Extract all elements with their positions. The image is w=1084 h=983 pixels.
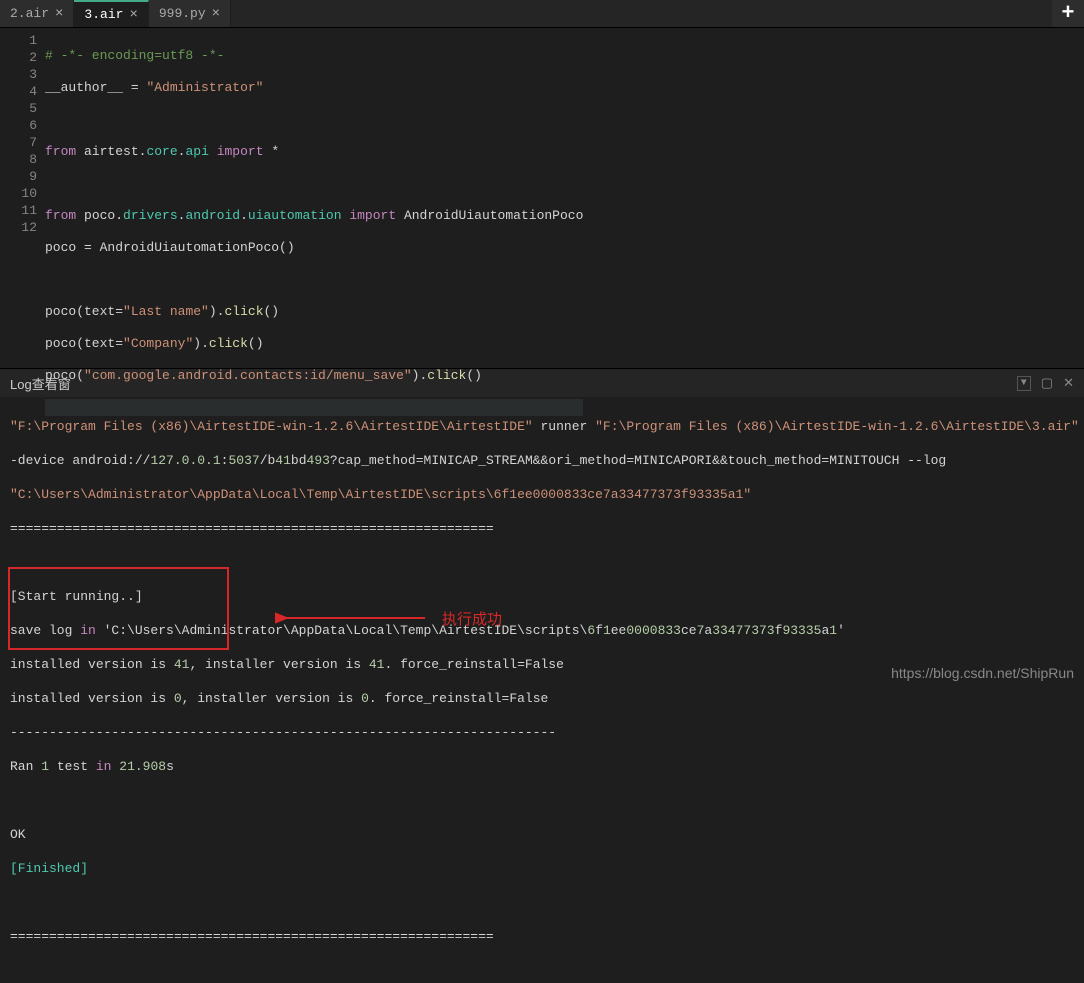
code-line: # -*- encoding=utf8 -*-	[45, 48, 224, 63]
log-panel-title: Log查看窗	[10, 374, 71, 393]
line-number-gutter: 123456 789101112	[0, 28, 45, 368]
watermark: https://blog.csdn.net/ShipRun	[891, 665, 1074, 681]
close-icon[interactable]: ×	[212, 7, 220, 21]
close-icon[interactable]: ×	[129, 8, 137, 22]
log-output[interactable]: "F:\Program Files (x86)\AirtestIDE-win-1…	[0, 397, 1084, 983]
maximize-icon[interactable]: ▢	[1041, 376, 1053, 391]
code-content[interactable]: # -*- encoding=utf8 -*- __author__ = "Ad…	[45, 28, 583, 368]
close-panel-icon[interactable]: ✕	[1063, 376, 1074, 391]
close-icon[interactable]: ×	[55, 7, 63, 21]
annotation-text: 执行成功	[442, 608, 502, 629]
tab-bar: 2.air × 3.air × 999.py × +	[0, 0, 1084, 28]
tab-label: 2.air	[10, 6, 49, 21]
log-panel-actions: ▼ ▢ ✕	[1017, 376, 1074, 391]
filter-icon[interactable]: ▼	[1017, 376, 1031, 391]
code-editor[interactable]: 123456 789101112 # -*- encoding=utf8 -*-…	[0, 28, 1084, 368]
tab-3air[interactable]: 3.air ×	[74, 0, 148, 27]
tab-label: 999.py	[159, 6, 206, 21]
tab-2air[interactable]: 2.air ×	[0, 0, 74, 27]
tab-999py[interactable]: 999.py ×	[149, 0, 231, 27]
tab-label: 3.air	[84, 7, 123, 22]
add-tab-button[interactable]: +	[1052, 0, 1084, 27]
